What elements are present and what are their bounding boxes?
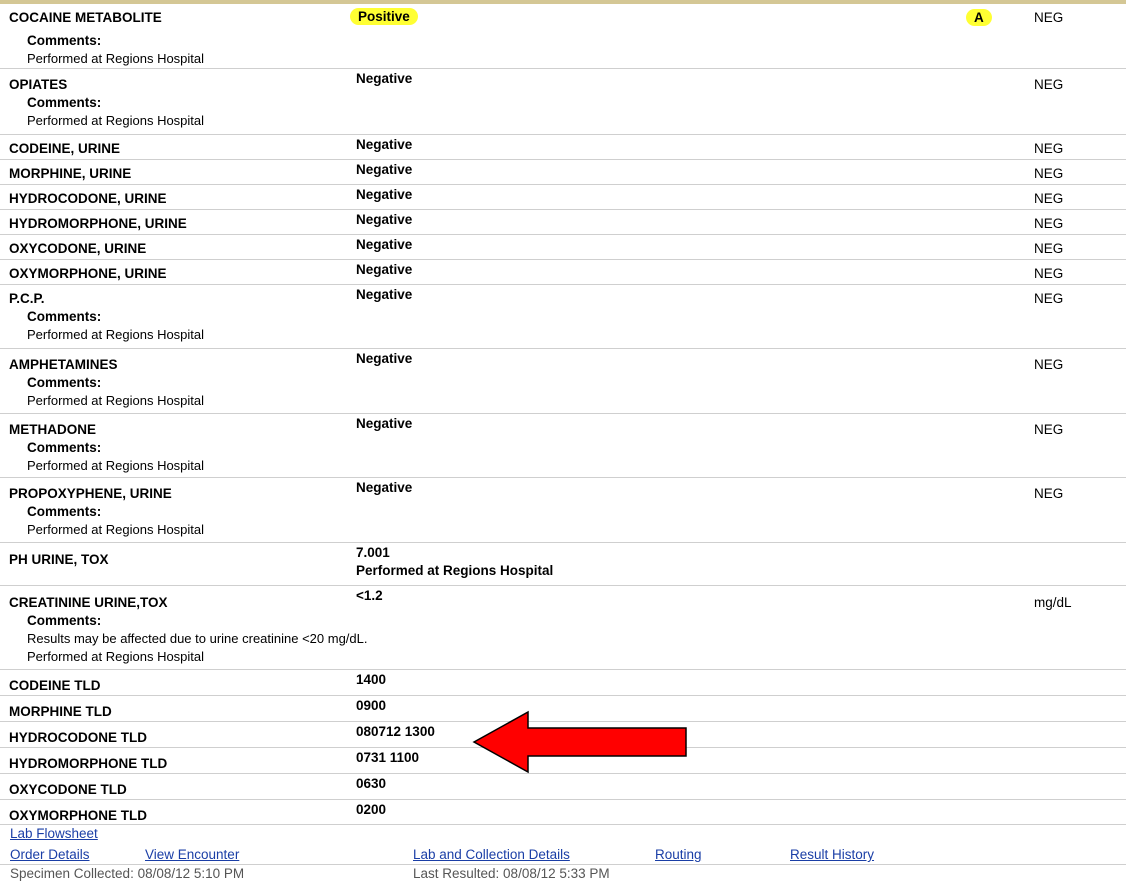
- table-row: CODEINE TLD 1400: [0, 670, 1126, 696]
- reference-range: NEG: [1034, 141, 1064, 156]
- table-row: AMPHETAMINES Negative NEG Comments: Perf…: [0, 349, 1126, 414]
- reference-range: NEG: [1034, 216, 1064, 231]
- test-name: HYDROMORPHONE TLD: [9, 756, 168, 771]
- result-value: 0900: [356, 698, 387, 713]
- result-value: 7.001: [356, 545, 390, 560]
- comments-label: Comments:: [27, 440, 102, 455]
- comment-text: Performed at Regions Hospital: [27, 393, 205, 408]
- result-value: Negative: [356, 480, 413, 495]
- result-value: Negative: [356, 416, 413, 431]
- result-value-positive: Positive: [350, 8, 418, 25]
- comments-label: Comments:: [27, 504, 102, 519]
- reference-range: NEG: [1034, 77, 1064, 92]
- test-name: OXYCODONE TLD: [9, 782, 127, 797]
- comment-text: Performed at Regions Hospital: [27, 113, 205, 128]
- table-row: COCAINE METABOLITE Positive A NEG Commen…: [0, 4, 1126, 69]
- result-value: 0630: [356, 776, 387, 791]
- comment-text: Performed at Regions Hospital: [27, 649, 205, 664]
- test-name: HYDROMORPHONE, URINE: [9, 216, 187, 231]
- reference-range: mg/dL: [1034, 595, 1072, 610]
- table-row: CODEINE, URINE Negative NEG: [0, 135, 1126, 160]
- lab-collection-details-link[interactable]: Lab and Collection Details: [413, 847, 570, 862]
- table-row: METHADONE Negative NEG Comments: Perform…: [0, 414, 1126, 478]
- comment-text: Performed at Regions Hospital: [27, 327, 205, 342]
- comment-text: Performed at Regions Hospital: [27, 458, 205, 473]
- order-details-link[interactable]: Order Details: [10, 847, 90, 862]
- result-value: Negative: [356, 262, 413, 277]
- table-row: CREATININE URINE,TOX <1.2 mg/dL Comments…: [0, 586, 1126, 670]
- table-row: OPIATES Negative NEG Comments: Performed…: [0, 69, 1126, 135]
- result-history-link[interactable]: Result History: [790, 847, 874, 862]
- comments-label: Comments:: [27, 33, 102, 48]
- performed-note: Performed at Regions Hospital: [356, 563, 554, 578]
- comment-text: Performed at Regions Hospital: [27, 51, 205, 66]
- test-name: OXYMORPHONE, URINE: [9, 266, 167, 281]
- test-name: P.C.P.: [9, 291, 45, 306]
- table-row: MORPHINE, URINE Negative NEG: [0, 160, 1126, 185]
- table-row: PH URINE, TOX 7.001 Performed at Regions…: [0, 543, 1126, 586]
- result-value: Negative: [356, 287, 413, 302]
- result-value: Negative: [356, 71, 413, 86]
- test-name: CREATININE URINE,TOX: [9, 595, 168, 610]
- table-row: OXYCODONE TLD 0630: [0, 774, 1126, 800]
- test-name: CODEINE, URINE: [9, 141, 121, 156]
- table-row: OXYCODONE, URINE Negative NEG: [0, 235, 1126, 260]
- table-row: HYDROMORPHONE, URINE Negative NEG: [0, 210, 1126, 235]
- test-name: MORPHINE TLD: [9, 704, 112, 719]
- result-value: <1.2: [356, 588, 383, 603]
- reference-range: NEG: [1034, 266, 1064, 281]
- result-value: 080712 1300: [356, 724, 435, 739]
- comments-label: Comments:: [27, 375, 102, 390]
- result-value: Negative: [356, 187, 413, 202]
- test-name: OXYMORPHONE TLD: [9, 808, 148, 823]
- result-value: Negative: [356, 212, 413, 227]
- result-value: 0731 1100: [356, 750, 420, 765]
- last-resulted-text: Last Resulted: 08/08/12 5:33 PM: [413, 866, 610, 881]
- specimen-collected-text: Specimen Collected: 08/08/12 5:10 PM: [10, 866, 245, 881]
- test-name: PH URINE, TOX: [9, 552, 109, 567]
- result-value: Negative: [356, 237, 413, 252]
- test-name: AMPHETAMINES: [9, 357, 118, 372]
- comments-label: Comments:: [27, 613, 102, 628]
- comments-label: Comments:: [27, 95, 102, 110]
- comments-label: Comments:: [27, 309, 102, 324]
- comment-text: Results may be affected due to urine cre…: [27, 631, 368, 646]
- table-row: OXYMORPHONE TLD 0200: [0, 800, 1126, 825]
- test-name: CODEINE TLD: [9, 678, 101, 693]
- test-name: OPIATES: [9, 77, 68, 92]
- lab-flowsheet-link[interactable]: Lab Flowsheet: [10, 826, 98, 841]
- divider: [0, 864, 1126, 865]
- table-row: HYDROCODONE, URINE Negative NEG: [0, 185, 1126, 210]
- test-name: OXYCODONE, URINE: [9, 241, 147, 256]
- routing-link[interactable]: Routing: [655, 847, 702, 862]
- result-value: Negative: [356, 351, 413, 366]
- reference-range: NEG: [1034, 486, 1064, 501]
- result-value: Negative: [356, 137, 413, 152]
- reference-range: NEG: [1034, 241, 1064, 256]
- reference-range: NEG: [1034, 10, 1064, 25]
- table-row: OXYMORPHONE, URINE Negative NEG: [0, 260, 1126, 285]
- red-arrow-annotation: [472, 710, 687, 774]
- abnormal-flag-badge: A: [966, 9, 992, 26]
- table-row: P.C.P. Negative NEG Comments: Performed …: [0, 285, 1126, 349]
- test-name: METHADONE: [9, 422, 96, 437]
- test-name: PROPOXYPHENE, URINE: [9, 486, 172, 501]
- test-name: HYDROCODONE, URINE: [9, 191, 167, 206]
- results-table: COCAINE METABOLITE Positive A NEG Commen…: [0, 4, 1126, 825]
- result-value: 1400: [356, 672, 387, 687]
- reference-range: NEG: [1034, 357, 1064, 372]
- view-encounter-link[interactable]: View Encounter: [145, 847, 239, 862]
- result-value: Negative: [356, 162, 413, 177]
- reference-range: NEG: [1034, 422, 1064, 437]
- reference-range: NEG: [1034, 191, 1064, 206]
- result-value: 0200: [356, 802, 387, 817]
- test-name: HYDROCODONE TLD: [9, 730, 147, 745]
- reference-range: NEG: [1034, 291, 1064, 306]
- test-name: MORPHINE, URINE: [9, 166, 132, 181]
- reference-range: NEG: [1034, 166, 1064, 181]
- table-row: PROPOXYPHENE, URINE Negative NEG Comment…: [0, 478, 1126, 543]
- comment-text: Performed at Regions Hospital: [27, 522, 205, 537]
- test-name: COCAINE METABOLITE: [9, 10, 162, 25]
